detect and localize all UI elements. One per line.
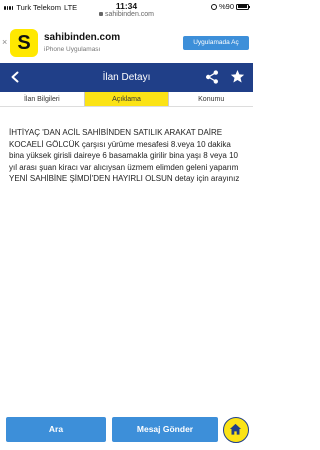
home-icon [229,423,242,435]
url-text: sahibinden.com [104,11,155,18]
system-indicators: %90 [210,2,250,11]
bottom-action-bar: Ara Mesaj Gönder [0,412,253,450]
share-icon[interactable] [205,70,219,84]
lock-icon [98,12,103,16]
url-bar[interactable]: sahibinden.com [0,11,253,18]
search-button[interactable]: Ara [6,417,106,442]
alarm-icon [210,3,217,10]
detail-tabs: İlan Bilgileri Açıklama Konumu [0,92,253,107]
tab-konumu[interactable]: Konumu [169,92,253,106]
home-button[interactable] [223,417,249,443]
app-subtitle: iPhone Uygulaması [44,46,101,53]
status-bar: Turk Telekom LTE 11:34 sahibinden.com %9… [0,0,253,20]
page-header: İlan Detayı [0,63,253,92]
app-install-banner: × S sahibinden.com iPhone Uygulaması Uyg… [0,25,253,63]
battery-icon [236,3,250,10]
app-name: sahibinden.com [44,32,121,43]
app-logo: S [10,29,38,57]
open-in-app-button[interactable]: Uygulamada Aç [183,36,249,50]
send-message-button[interactable]: Mesaj Gönder [112,417,218,442]
tab-aciklama[interactable]: Açıklama [84,92,170,106]
battery-percent: %90 [218,2,234,11]
tab-ilan-bilgileri[interactable]: İlan Bilgileri [0,92,85,106]
listing-description: İHTİYAÇ 'DAN ACİL SAHİBİNDEN SATILIK ARA… [9,128,240,183]
close-banner-icon[interactable]: × [2,38,7,47]
favorite-star-icon[interactable] [230,69,245,84]
